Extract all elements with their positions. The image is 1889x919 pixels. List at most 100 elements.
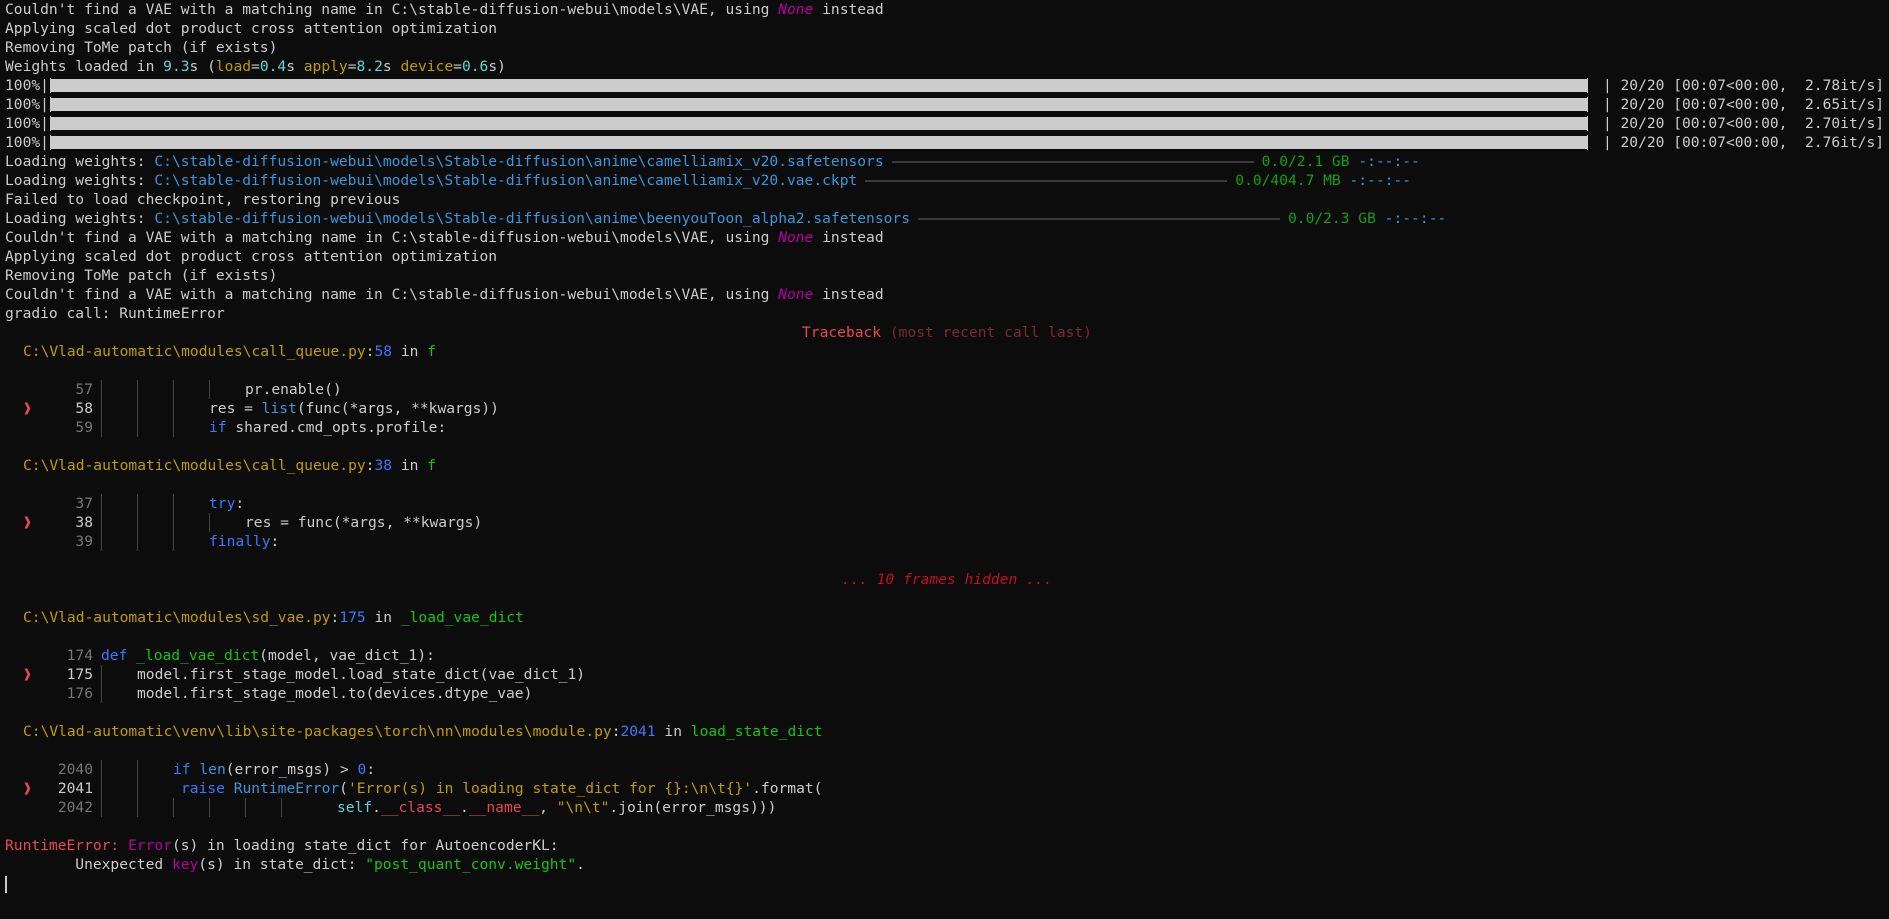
line-number: 59 <box>75 419 93 436</box>
device-label: device <box>400 58 454 75</box>
log-text: s ( <box>189 58 216 75</box>
period: . <box>576 856 585 873</box>
loading-weights-line: Loading weights: C:\stable-diffusion-web… <box>5 171 1889 190</box>
progress-bar <box>49 78 1588 93</box>
indent-guides <box>101 665 137 684</box>
traceback-frame-path[interactable]: C:\Vlad-automatic\modules\call_queue.py:… <box>5 456 1889 475</box>
code-line: 57 pr.enable() <box>5 380 1889 399</box>
progress-bar-row: 100%| | 20/20 [00:07<00:00, 2.70it/s] <box>5 114 1889 133</box>
prompt-line[interactable] <box>5 874 1889 893</box>
progress-percent: 100%| <box>5 134 49 151</box>
error-detail-text: (s) in state_dict: <box>198 856 366 873</box>
log-text: Weights loaded in <box>5 58 164 75</box>
download-size: 0.0/404.7 MB <box>1235 172 1341 189</box>
key-word: key <box>171 856 199 873</box>
log-text: Couldn't find a VAE with a matching name… <box>5 1 779 18</box>
code-text: if len(error_msgs) > 0: <box>173 761 376 778</box>
progress-percent: 100%| <box>5 77 49 94</box>
indent-guides <box>101 684 137 703</box>
code-line-current: ❱ 175 model.first_stage_model.load_state_d… <box>5 665 1889 684</box>
log-line: Failed to load checkpoint, restoring pre… <box>5 191 401 208</box>
traceback-frame-path[interactable]: C:\Vlad-automatic\modules\sd_vae.py:175 … <box>5 608 1889 627</box>
code-text: pr.enable() <box>245 381 342 398</box>
line-number: 38 <box>75 514 93 531</box>
line-number: 174 <box>66 647 93 664</box>
equals-sign: = <box>453 58 462 75</box>
text-cursor <box>5 875 7 893</box>
progress-fill <box>50 136 1587 149</box>
progress-bar <box>49 116 1588 131</box>
traceback-frame-path[interactable]: C:\Vlad-automatic\modules\call_queue.py:… <box>5 342 1889 361</box>
line-number: 2042 <box>57 799 93 816</box>
gradio-call-line: gradio call: RuntimeError <box>5 305 225 322</box>
error-detail-line: Unexpected key(s) in state_dict: "post_q… <box>5 855 1889 874</box>
log-text: instead <box>813 229 884 246</box>
code-line: 37 try: <box>5 494 1889 513</box>
log-line: Couldn't find a VAE with a matching name… <box>5 228 1889 247</box>
code-line: 59 if shared.cmd_opts.profile: <box>5 418 1889 437</box>
indent-guides <box>101 494 209 513</box>
progress-percent: 100%| <box>5 115 49 132</box>
log-text: s) <box>488 58 506 75</box>
loading-label: Loading weights: <box>5 153 155 170</box>
device-value: 0.6 <box>461 58 489 75</box>
frame-file: C:\Vlad-automatic\venv\lib\site-packages… <box>23 723 612 740</box>
progress-fill <box>50 98 1587 111</box>
indent-guides <box>101 532 209 551</box>
log-line: Applying scaled dot product cross attent… <box>5 248 498 265</box>
progress-bar <box>49 97 1588 112</box>
current-line-marker-icon: ❱ <box>23 514 32 531</box>
none-keyword: None <box>778 229 814 246</box>
code-text: def _load_vae_dict(model, vae_dict_1): <box>101 647 435 664</box>
frame-line: 58 <box>374 343 393 360</box>
download-eta: -:--:-- <box>1349 172 1412 189</box>
line-number: 175 <box>66 666 93 683</box>
indent-guides <box>101 380 245 399</box>
terminal-window[interactable]: Couldn't find a VAE with a matching name… <box>0 0 1889 893</box>
progress-bar-row: 100%| | 20/20 [00:07<00:00, 2.78it/s] <box>5 76 1889 95</box>
weights-path: C:\stable-diffusion-webui\models\Stable-… <box>154 172 858 189</box>
none-keyword: None <box>778 1 814 18</box>
in-word: in <box>365 609 401 626</box>
frame-func: f <box>427 457 436 474</box>
progress-meta: | 20/20 [00:07<00:00, 2.70it/s] <box>1602 115 1885 132</box>
frame-file: C:\Vlad-automatic\modules\call_queue.py <box>23 457 366 474</box>
download-bar <box>865 179 1228 182</box>
apply-value: 8.2 <box>356 58 383 75</box>
marker-space <box>5 380 47 399</box>
download-eta: -:--:-- <box>1358 153 1420 170</box>
code-text: res = list(func(*args, **kwargs)) <box>209 400 499 417</box>
traceback-frame-path[interactable]: C:\Vlad-automatic\venv\lib\site-packages… <box>5 722 1889 741</box>
frame-line: 38 <box>374 457 393 474</box>
code-text: raise RuntimeError('Error(s) in loading … <box>181 780 823 797</box>
error-line: RuntimeError: Error(s) in loading state_… <box>5 836 1889 855</box>
line-number: 39 <box>75 533 93 550</box>
line-number: 2041 <box>57 780 93 797</box>
error-word: Error <box>128 837 172 854</box>
frame-line: 175 <box>339 609 366 626</box>
code-line: 2042 self.__class__.__name__, "\n\t".join… <box>5 798 1889 817</box>
frame-func: load_state_dict <box>690 723 823 740</box>
progress-meta: | 20/20 [00:07<00:00, 2.76it/s] <box>1602 134 1885 151</box>
log-line: Removing ToMe patch (if exists) <box>5 267 278 284</box>
code-line: 2040 if len(error_msgs) > 0: <box>5 760 1889 779</box>
code-line: 39 finally: <box>5 532 1889 551</box>
progress-bar-row: 100%| | 20/20 [00:07<00:00, 2.76it/s] <box>5 133 1889 152</box>
frame-line: 2041 <box>620 723 656 740</box>
log-line: Applying scaled dot product cross attent… <box>5 20 498 37</box>
traceback-header: Traceback (most recent call last) <box>5 323 1889 342</box>
load-value: 0.4 <box>259 58 287 75</box>
in-word: in <box>392 457 428 474</box>
log-line: Removing ToMe patch (if exists) <box>5 39 278 56</box>
none-keyword: None <box>778 286 814 303</box>
weights-path: C:\stable-diffusion-webui\models\Stable-… <box>154 153 884 170</box>
current-line-marker-icon: ❱ <box>23 400 32 417</box>
progress-fill <box>50 79 1587 92</box>
